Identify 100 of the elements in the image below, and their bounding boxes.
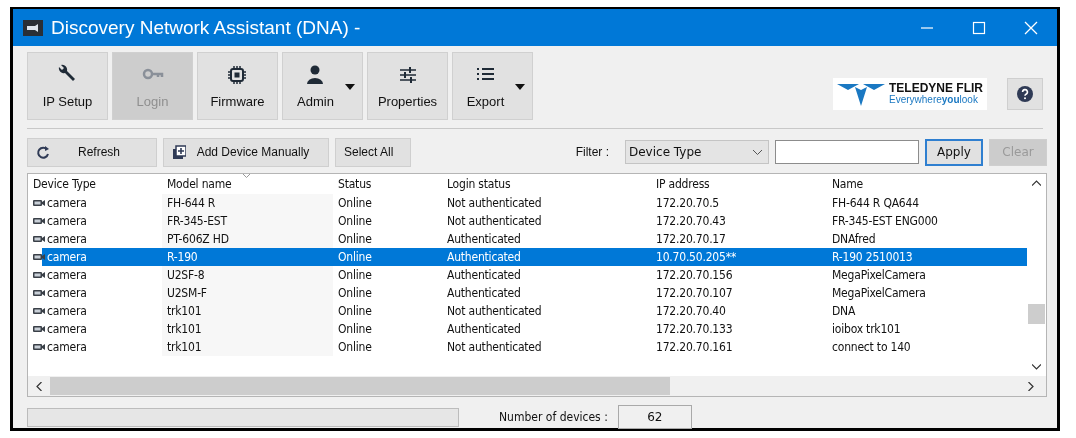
dropdown-caret-icon [345, 84, 355, 90]
table-cell: camera [47, 196, 87, 210]
camera-icon [33, 307, 45, 315]
table-cell: Authenticated [447, 268, 521, 282]
logo-name: TELEDYNE FLIR [889, 82, 983, 94]
toolbar-button[interactable]: Export [452, 52, 533, 120]
column-header[interactable]: Device Type [28, 174, 162, 194]
table-cell: Authenticated [447, 286, 521, 300]
table-cell: camera [47, 304, 87, 318]
filter-input[interactable] [775, 140, 919, 164]
table-cell: Online [338, 250, 372, 264]
table-cell: Online [338, 304, 372, 318]
table-cell: 172.20.70.5 [656, 196, 720, 210]
table-row[interactable]: camera U2SM-F Online Authenticated 172.20.70.107 MegaPixelCamera [28, 284, 1027, 302]
horizontal-scrollbar[interactable] [28, 376, 1046, 396]
table-cell: 172.20.70.17 [656, 232, 726, 246]
table-cell: Online [338, 322, 372, 336]
table-cell: 172.20.70.133 [656, 322, 733, 336]
minimize-icon [920, 26, 934, 29]
table-cell: camera [47, 286, 87, 300]
table-row[interactable]: camera PT-606Z HD Online Authenticated 172.20.70.17 DNAfred [28, 230, 1027, 248]
action-button[interactable]: Select All [335, 137, 411, 167]
camera-icon [33, 343, 45, 351]
table-cell: connect to 140 [832, 340, 911, 354]
toolbar-button[interactable]: Properties [367, 52, 448, 120]
table-row[interactable]: camera trk101 Online Authenticated 172.20.70.133 ioibox trk101 [28, 320, 1027, 338]
table-cell: Online [338, 214, 372, 228]
table-cell: camera [47, 268, 87, 282]
scroll-down-icon [1032, 364, 1041, 370]
table-row[interactable]: camera FR-345-EST Online Not authenticated 172.20.70.43 FR-345-EST ENG000 [28, 212, 1027, 230]
camera-icon [33, 253, 45, 261]
table-cell: Not authenticated [447, 340, 542, 354]
table-cell: camera [47, 322, 87, 336]
logo-mark-icon [837, 82, 885, 106]
filter-dropdown[interactable]: Device Type [625, 140, 769, 164]
table-row[interactable]: camera R-190 Online Authenticated 10.70.50.205** R-190 2510013 [28, 248, 1027, 266]
table-cell: Not authenticated [447, 196, 542, 210]
table-cell: trk101 [167, 322, 202, 336]
table-cell: Not authenticated [447, 304, 542, 318]
table-cell: trk101 [167, 340, 202, 354]
apply-button[interactable]: Apply [925, 138, 983, 166]
toolbar-button[interactable]: Admin [282, 52, 363, 120]
help-button[interactable] [1007, 78, 1043, 110]
scroll-thumb[interactable] [50, 377, 670, 395]
help-icon [1017, 86, 1033, 102]
table-cell: U2SM-F [167, 286, 207, 300]
table-cell: FR-345-EST ENG000 [832, 214, 938, 228]
column-header[interactable]: Name [827, 174, 997, 194]
column-header[interactable]: Status [333, 174, 442, 194]
table-cell: Online [338, 340, 372, 354]
camera-icon [33, 289, 45, 297]
dropdown-caret-icon [515, 84, 525, 90]
table-cell: FR-345-EST [167, 214, 227, 228]
table-cell: 172.20.70.43 [656, 214, 726, 228]
filter-label: Filter : [575, 145, 609, 159]
camera-icon [33, 217, 45, 225]
toolbar-button[interactable]: Firmware [197, 52, 278, 120]
scroll-right-icon [1028, 381, 1034, 391]
action-button[interactable]: Add Device Manually [163, 137, 329, 167]
table-cell: 172.20.70.161 [656, 340, 733, 354]
column-header[interactable]: IP address [651, 174, 827, 194]
device-count: 62 [617, 405, 692, 429]
table-row[interactable]: camera FH-644 R Online Not authenticated 172.20.70.5 FH-644 R QA644 [28, 194, 1027, 212]
logo-tagline: Everywhereyoulook [889, 94, 979, 106]
toolbar-button[interactable]: IP Setup [27, 52, 108, 120]
table-cell: Online [338, 196, 372, 210]
table-cell: camera [47, 214, 87, 228]
add-stack-icon [172, 144, 186, 160]
table-row[interactable]: camera trk101 Online Not authenticated 172.20.70.161 connect to 140 [28, 338, 1027, 356]
column-header[interactable]: Login status [442, 174, 651, 194]
table-cell: PT-606Z HD [167, 232, 229, 246]
table-cell: 10.70.50.205** [656, 250, 737, 264]
camera-icon [33, 271, 45, 279]
table-row[interactable]: camera trk101 Online Not authenticated 172.20.70.40 DNA [28, 302, 1027, 320]
maximize-icon [972, 20, 986, 35]
table-cell: FH-644 R QA644 [832, 196, 919, 210]
table-cell: R-190 [167, 250, 198, 264]
chip-icon [226, 63, 249, 86]
action-button[interactable]: Refresh [27, 137, 157, 167]
camera-icon [33, 235, 45, 243]
scroll-thumb[interactable] [1028, 304, 1045, 324]
table-cell: camera [47, 340, 87, 354]
table-cell: Authenticated [447, 250, 521, 264]
camera-icon [33, 325, 45, 333]
table-cell: 172.20.70.156 [656, 268, 733, 282]
table-cell: Online [338, 232, 372, 246]
table-cell: U2SF-8 [167, 268, 205, 282]
table-cell: camera [47, 250, 87, 264]
table-cell: FH-644 R [167, 196, 216, 210]
table-cell: 172.20.70.107 [656, 286, 733, 300]
window-title: Discovery Network Assistant (DNA) - [51, 16, 361, 39]
table-cell: R-190 2510013 [832, 250, 913, 264]
table-cell: MegaPixelCamera [832, 268, 926, 282]
table-cell: MegaPixelCamera [832, 286, 926, 300]
table-cell: ioibox trk101 [832, 322, 901, 336]
table-row[interactable]: camera U2SF-8 Online Authenticated 172.20.70.156 MegaPixelCamera [28, 266, 1027, 284]
table-cell: Authenticated [447, 322, 521, 336]
table-cell: DNAfred [832, 232, 876, 246]
table-cell: Online [338, 268, 372, 282]
close-icon [1024, 20, 1038, 35]
